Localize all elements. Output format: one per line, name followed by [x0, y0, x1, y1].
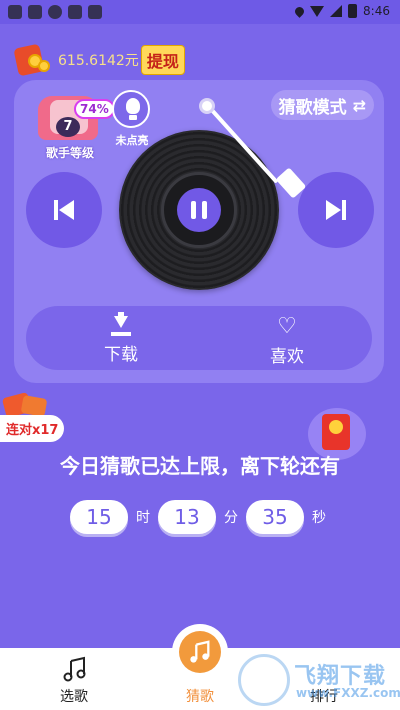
wifi-icon [310, 5, 325, 17]
countdown-minutes: 13 [158, 500, 216, 534]
balance-bar: 615.6142元 提现 [13, 43, 185, 77]
skip-next-icon [326, 200, 346, 220]
hours-unit: 时 [136, 510, 150, 526]
music-note-icon [179, 631, 221, 673]
favorite-label: 喜欢 [270, 347, 304, 367]
lightbulb-icon [112, 90, 150, 128]
download-button[interactable]: 下载 [86, 312, 156, 366]
notification-icon [88, 5, 102, 19]
swap-arrows-icon: ⇄ [352, 95, 366, 115]
red-envelope-coin-icon [13, 43, 52, 77]
download-label: 下载 [104, 345, 138, 365]
level-label: 歌手等级 [45, 146, 94, 160]
level-number: 7 [56, 117, 80, 137]
skip-previous-icon [54, 200, 74, 220]
notification-icon [48, 5, 62, 19]
countdown-seconds: 35 [246, 500, 304, 534]
tab-label: 选歌 [60, 689, 88, 705]
minutes-unit: 分 [224, 510, 238, 526]
countdown-timer: 15 时 13 分 35 秒 [70, 500, 334, 534]
notification-icon [8, 5, 22, 19]
watermark-icon [238, 654, 290, 706]
favorite-button[interactable]: ♡ 喜欢 [252, 312, 322, 367]
balance-amount: 615.6142元 [58, 53, 139, 69]
action-bar: 下载 ♡ 喜欢 [26, 306, 372, 370]
notification-icon [68, 5, 82, 19]
pause-icon [191, 201, 196, 219]
battery-icon [348, 4, 358, 18]
clock: 8:46 [363, 4, 390, 18]
hint-button[interactable]: 未点亮 [106, 90, 158, 152]
pause-button[interactable] [177, 188, 221, 232]
previous-button[interactable] [26, 172, 102, 248]
streak-badge: 连对x17 [0, 391, 84, 443]
notification-icon [28, 5, 42, 19]
tab-label: 猜歌 [186, 689, 214, 705]
seconds-unit: 秒 [312, 510, 326, 526]
guess-mode-label: 猜歌模式 [278, 97, 347, 118]
tonearm-pivot [199, 98, 215, 114]
tab-select-song[interactable]: 选歌 [34, 648, 114, 710]
tab-guess-song[interactable]: 猜歌 [160, 624, 240, 710]
notification-icons [8, 5, 102, 19]
singer-level-badge[interactable]: 7 74% 歌手等级 [30, 90, 115, 160]
signal-icon [330, 5, 343, 17]
player-panel: 7 74% 歌手等级 未点亮 猜歌模式 ⇄ 下载 ♡ 喜欢 [14, 80, 384, 383]
watermark-logo: 飞翔下载 www.FXXZ.com [238, 654, 400, 706]
system-icons: 8:46 [293, 4, 390, 18]
limit-message: 今日猜歌已达上限，离下轮还有 [60, 454, 340, 478]
withdraw-button[interactable]: 提现 [140, 45, 185, 75]
status-bar: 8:46 [0, 0, 400, 24]
next-button[interactable] [298, 172, 374, 248]
watermark-url: www.FXXZ.com [296, 686, 400, 700]
download-icon [110, 312, 132, 338]
streak-label: 连对x17 [0, 415, 65, 442]
music-note-icon [63, 656, 86, 682]
countdown-hours: 15 [70, 500, 128, 534]
guess-mode-button[interactable]: 猜歌模式 ⇄ [270, 90, 374, 120]
location-icon [293, 4, 306, 18]
heart-icon: ♡ [277, 314, 297, 339]
